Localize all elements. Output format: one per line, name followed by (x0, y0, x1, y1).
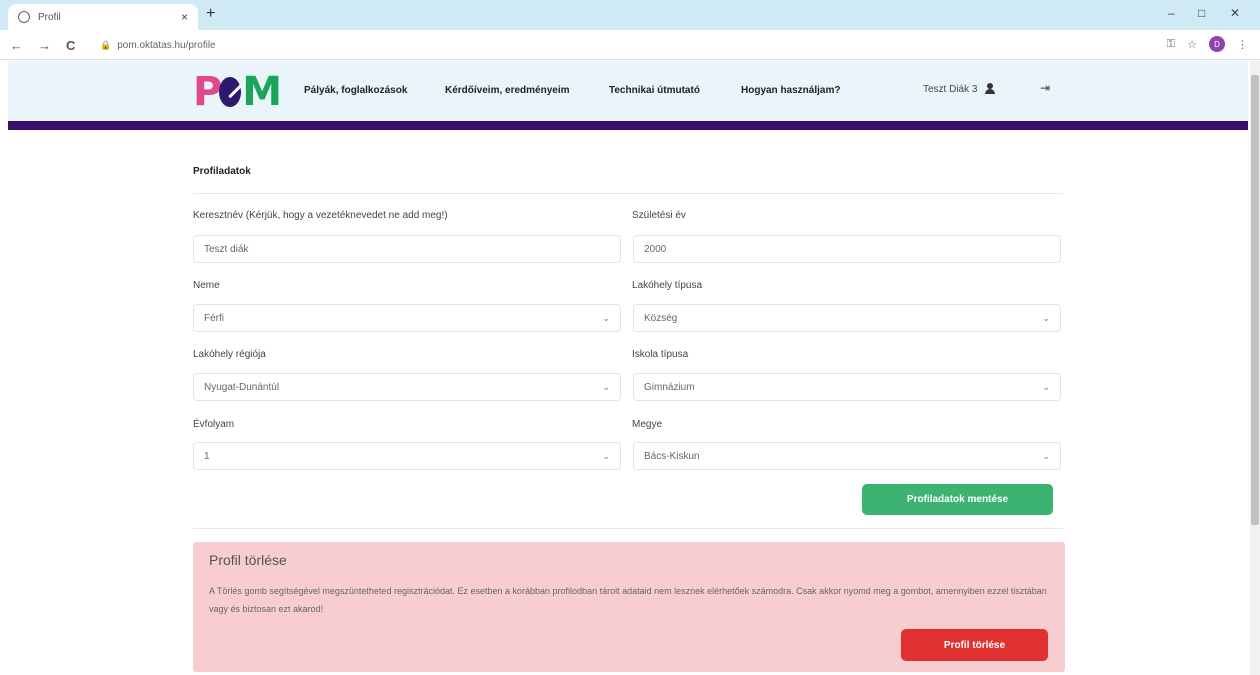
browser-toolbar: ← → C 🔒 pom.oktatas.hu/profile ⚿ ☆ D ⋮ (0, 30, 1260, 60)
profile-avatar[interactable]: D (1209, 36, 1225, 52)
nav-kerdoiveim[interactable]: Kérdőíveim, eredményeim (445, 85, 570, 96)
county-value: Bács-Kiskun (644, 450, 700, 462)
menu-kebab-icon[interactable]: ⋮ (1237, 38, 1248, 51)
grade-label: Évfolyam (193, 419, 235, 430)
chevron-down-icon: ⌄ (1042, 381, 1050, 392)
grade-value: 1 (204, 450, 210, 462)
residence-type-value: Község (644, 312, 678, 324)
forward-button[interactable]: → (38, 38, 51, 53)
region-value: Nyugat-Dunántúl (204, 381, 280, 393)
user-menu[interactable]: Teszt Diák 3 (923, 83, 996, 95)
chevron-down-icon: ⌄ (1042, 450, 1050, 461)
new-tab-button[interactable]: + (206, 5, 215, 23)
residence-type-select[interactable]: Község ⌄ (633, 304, 1061, 332)
gender-select[interactable]: Férfi ⌄ (193, 304, 621, 332)
gender-value: Férfi (204, 312, 224, 324)
region-select[interactable]: Nyugat-Dunántúl ⌄ (193, 373, 621, 401)
tab-title: Profil (38, 11, 61, 23)
delete-title: Profil törlése (209, 552, 287, 568)
birth-year-input[interactable]: 2000 (633, 235, 1061, 263)
first-name-label: Keresztnév (Kérjük, hogy a vezetéknevede… (193, 210, 448, 221)
birth-year-value: 2000 (644, 243, 667, 255)
county-select[interactable]: Bács-Kiskun ⌄ (633, 442, 1061, 470)
user-name: Teszt Diák 3 (923, 83, 978, 95)
chevron-down-icon: ⌄ (602, 450, 610, 461)
header-divider (8, 121, 1248, 130)
logout-icon[interactable]: ⇥ (1040, 81, 1050, 95)
key-icon[interactable]: ⚿ (1167, 38, 1175, 51)
reload-button[interactable]: C (66, 38, 75, 53)
county-label: Megye (632, 419, 663, 430)
close-window-button[interactable]: ✕ (1230, 6, 1240, 20)
delete-description: A Törlés gomb segítségével megszüntethet… (209, 586, 1047, 614)
school-type-label: Iskola típusa (632, 349, 689, 360)
nav-technikai-utmutato[interactable]: Technikai útmutató (609, 85, 700, 96)
minimize-button[interactable]: – (1168, 6, 1175, 20)
scrollbar-thumb[interactable] (1251, 75, 1259, 525)
residence-type-label: Lakóhely típusa (632, 280, 703, 291)
chevron-down-icon: ⌄ (1042, 312, 1050, 323)
birth-year-label: Születési év (632, 210, 686, 221)
chevron-down-icon: ⌄ (602, 381, 610, 392)
delete-profile-button[interactable]: Profil törlése (901, 629, 1048, 661)
address-bar[interactable]: 🔒 pom.oktatas.hu/profile (100, 34, 1240, 56)
browser-tab[interactable]: Profil × (8, 4, 198, 30)
delete-profile-panel: Profil törlése A Törlés gomb segítségéve… (193, 542, 1065, 672)
first-name-input[interactable]: Teszt diák (193, 235, 621, 263)
nav-hogyan-hasznaljam[interactable]: Hogyan használjam? (741, 85, 840, 96)
school-type-select[interactable]: Gimnázium ⌄ (633, 373, 1061, 401)
url-text: pom.oktatas.hu/profile (117, 39, 216, 51)
chevron-down-icon: ⌄ (602, 312, 610, 323)
first-name-value: Teszt diák (204, 243, 249, 255)
maximize-button[interactable]: □ (1198, 6, 1205, 20)
gender-label: Neme (193, 280, 220, 291)
grade-select[interactable]: 1 ⌄ (193, 442, 621, 470)
pom-logo[interactable]: PM (193, 69, 282, 115)
save-profile-button[interactable]: Profiladatok mentése (862, 484, 1053, 515)
section-title: Profiladatok (193, 166, 251, 177)
site-header: PM Pályák, foglalkozások Kérdőíveim, ere… (8, 61, 1248, 121)
nav-palyak[interactable]: Pályák, foglalkozások (304, 85, 407, 96)
lock-icon: 🔒 (100, 39, 112, 50)
star-icon[interactable]: ☆ (1187, 38, 1197, 51)
divider (193, 528, 1063, 529)
browser-tab-bar: Profil × + – □ ✕ (0, 0, 1260, 30)
user-icon (985, 83, 996, 95)
globe-icon (18, 11, 30, 23)
back-button[interactable]: ← (10, 38, 23, 53)
school-type-value: Gimnázium (644, 381, 695, 393)
close-tab-icon[interactable]: × (181, 10, 188, 24)
region-label: Lakóhely régiója (193, 349, 266, 360)
divider (193, 193, 1063, 194)
browser-actions: ⚿ ☆ D ⋮ (1167, 36, 1248, 52)
